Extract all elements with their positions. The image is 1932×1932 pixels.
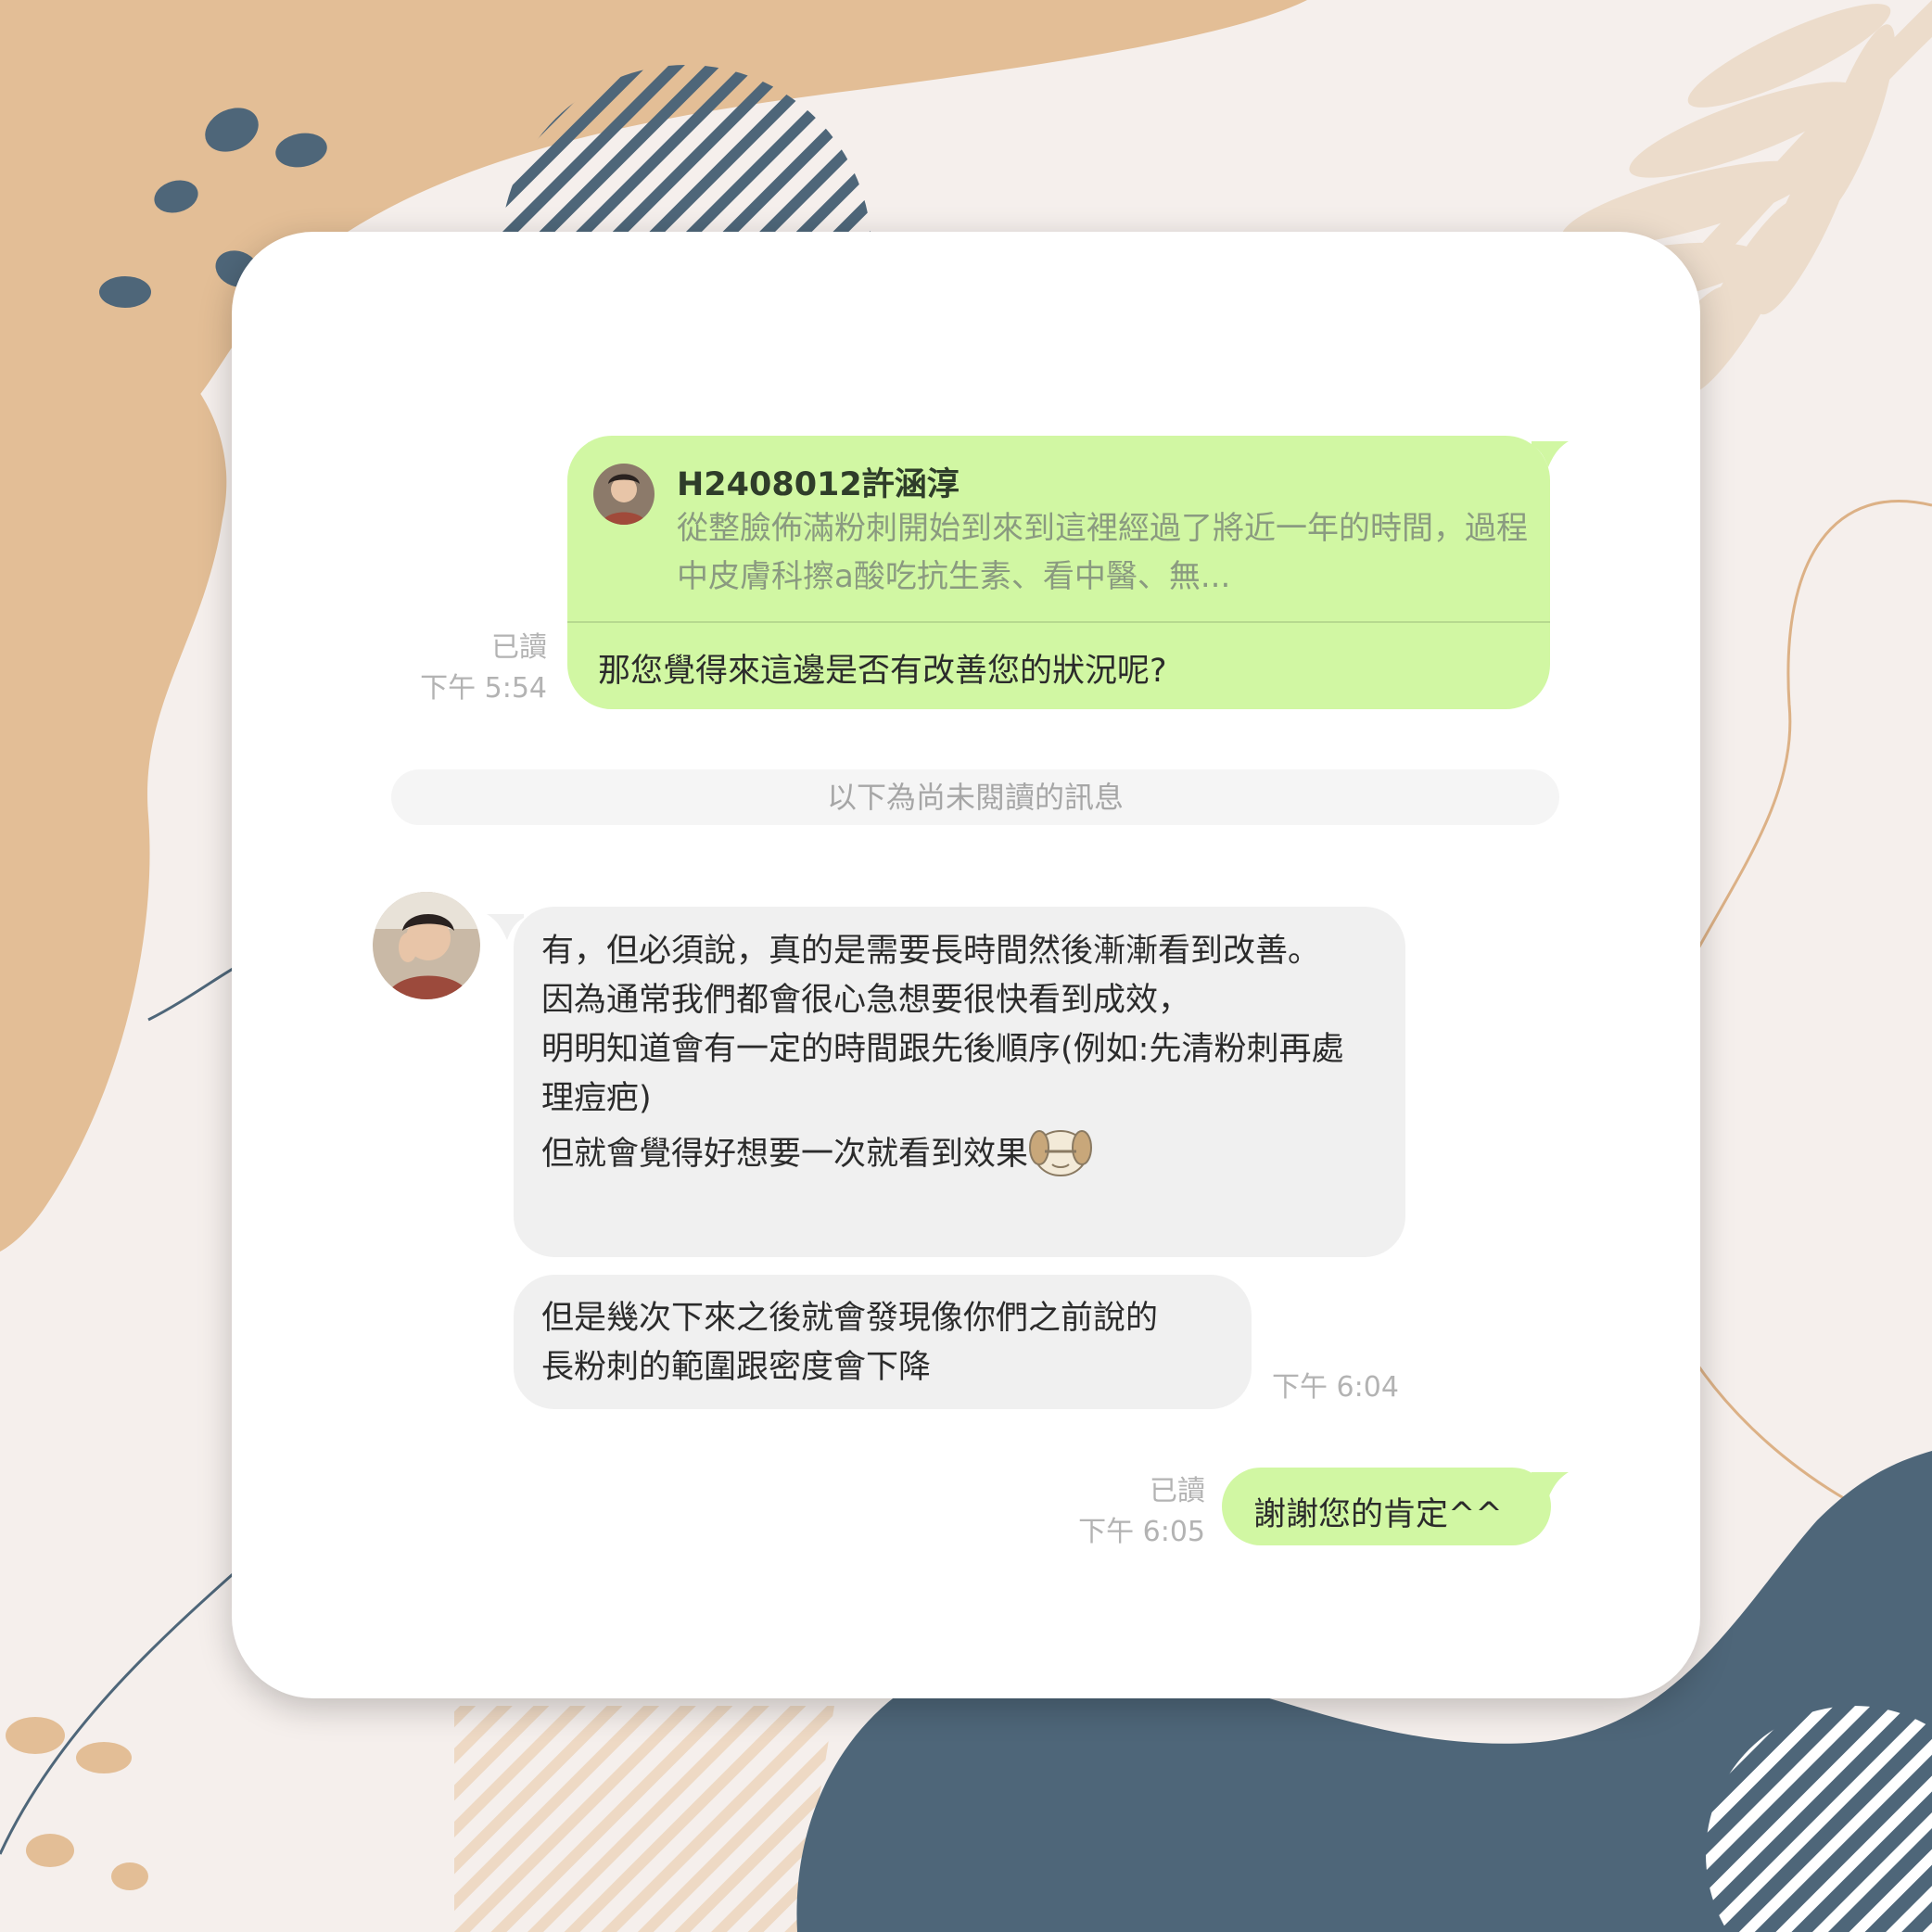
- bubble-tail: [1532, 441, 1569, 467]
- read-status: 已讀: [1150, 1475, 1205, 1507]
- facepalm-sticker-icon: [1028, 1124, 1093, 1177]
- message-timestamp: 下午 6:04: [1272, 1371, 1399, 1404]
- message-timestamp: 下午 6:05: [1078, 1516, 1205, 1548]
- quoted-author-name: H2408012許涵淳: [677, 466, 960, 503]
- message-line: 明明知道會有一定的時間跟先後順序(例如:先清粉刺再處理痘疤): [541, 1031, 1344, 1117]
- quoted-message-text: 從整臉佈滿粉刺開始到來到這裡經過了將近一年的時間，過程中皮膚科擦a酸吃抗生素、看…: [677, 510, 1528, 595]
- message-line: 長粉刺的範圍跟密度會下降: [541, 1349, 932, 1386]
- unread-divider: 以下為尚未閱讀的訊息: [391, 769, 1559, 825]
- message-text: 那您覺得來這邊是否有改善您的狀況呢?: [598, 653, 1167, 690]
- message-text: 有，但必須說，真的是需要長時間然後漸漸看到改善。 因為通常我們都會很心急想要很快…: [541, 927, 1376, 1179]
- message-line: 但就會覺得好想要一次就看到效果: [541, 1136, 1029, 1173]
- bubble-tail: [1532, 1472, 1569, 1498]
- quoted-author-avatar: [593, 464, 655, 525]
- message-line: 有，但必須說，真的是需要長時間然後漸漸看到改善。: [541, 933, 1321, 970]
- sender-avatar[interactable]: [373, 892, 480, 999]
- message-line: 因為通常我們都會很心急想要很快看到成效，: [541, 982, 1191, 1019]
- quote-divider: [567, 621, 1550, 623]
- message-text: 謝謝您的肯定^^: [1253, 1496, 1503, 1533]
- message-line-with-emoji: 但就會覺得好想要一次就看到效果: [541, 1124, 1376, 1179]
- read-status: 已讀: [491, 631, 547, 664]
- message-timestamp: 下午 5:54: [420, 672, 547, 705]
- message-text: 但是幾次下來之後就會發現像你們之前說的 長粉刺的範圍跟密度會下降: [541, 1294, 1246, 1392]
- message-line: 但是幾次下來之後就會發現像你們之前說的: [541, 1300, 1159, 1337]
